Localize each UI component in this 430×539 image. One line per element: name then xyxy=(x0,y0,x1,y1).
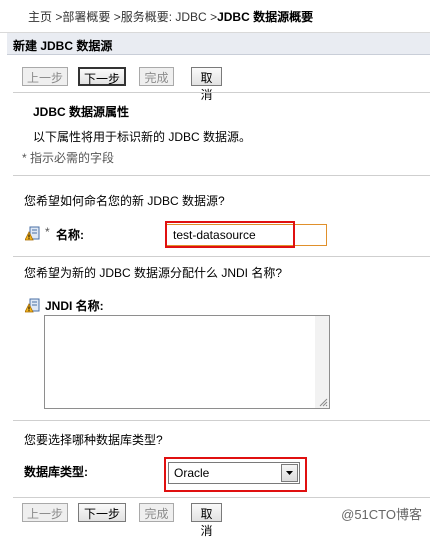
breadcrumb-current: JDBC 数据源概要 xyxy=(217,10,313,24)
textarea-scrollbar[interactable] xyxy=(315,316,329,408)
jndi-label: JNDI 名称: xyxy=(45,297,104,314)
finish-button-bottom[interactable]: 完成 xyxy=(139,503,174,522)
back-button-top[interactable]: 上一步 xyxy=(22,67,68,86)
watermark: @51CTO博客 xyxy=(341,504,422,523)
section-description: 以下属性将用于标识新的 JDBC 数据源。 xyxy=(33,128,251,145)
next-button-top[interactable]: 下一步 xyxy=(78,67,126,86)
highlight-box xyxy=(165,221,295,248)
section-heading: JDBC 数据源属性 xyxy=(33,103,129,120)
divider xyxy=(13,420,430,421)
jndi-question: 您希望为新的 JDBC 数据源分配什么 JNDI 名称? xyxy=(24,264,282,281)
divider xyxy=(13,175,430,176)
required-note: * 指示必需的字段 xyxy=(22,149,114,166)
name-label: 名称: xyxy=(56,226,84,243)
cancel-button-bottom[interactable]: 取消 xyxy=(191,503,222,522)
dbtype-question: 您要选择哪种数据库类型? xyxy=(24,431,163,448)
breadcrumb: 主页 >部署概要 >服务概要: JDBC >JDBC 数据源概要 xyxy=(0,0,430,32)
divider xyxy=(13,256,430,257)
resize-grip-icon[interactable] xyxy=(318,397,328,407)
page-title: 新建 JDBC 数据源 xyxy=(7,33,430,55)
breadcrumb-services-jdbc[interactable]: 服务概要: JDBC xyxy=(121,10,207,24)
cancel-button-top[interactable]: 取消 xyxy=(191,67,222,86)
breadcrumb-deployments[interactable]: 部署概要 xyxy=(62,10,110,24)
required-mark: * xyxy=(45,225,50,239)
highlight-box xyxy=(164,457,307,492)
jndi-textarea[interactable] xyxy=(44,315,330,409)
divider xyxy=(13,497,430,498)
finish-button-top[interactable]: 完成 xyxy=(139,67,174,86)
back-button-bottom[interactable]: 上一步 xyxy=(22,503,68,522)
name-question: 您希望如何命名您的新 JDBC 数据源? xyxy=(24,192,225,209)
next-button-bottom[interactable]: 下一步 xyxy=(78,503,126,522)
dbtype-label: 数据库类型: xyxy=(24,463,88,480)
divider xyxy=(13,92,430,93)
breadcrumb-home[interactable]: 主页 xyxy=(28,10,52,24)
info-field-icon xyxy=(25,298,41,314)
info-field-icon xyxy=(25,226,41,242)
